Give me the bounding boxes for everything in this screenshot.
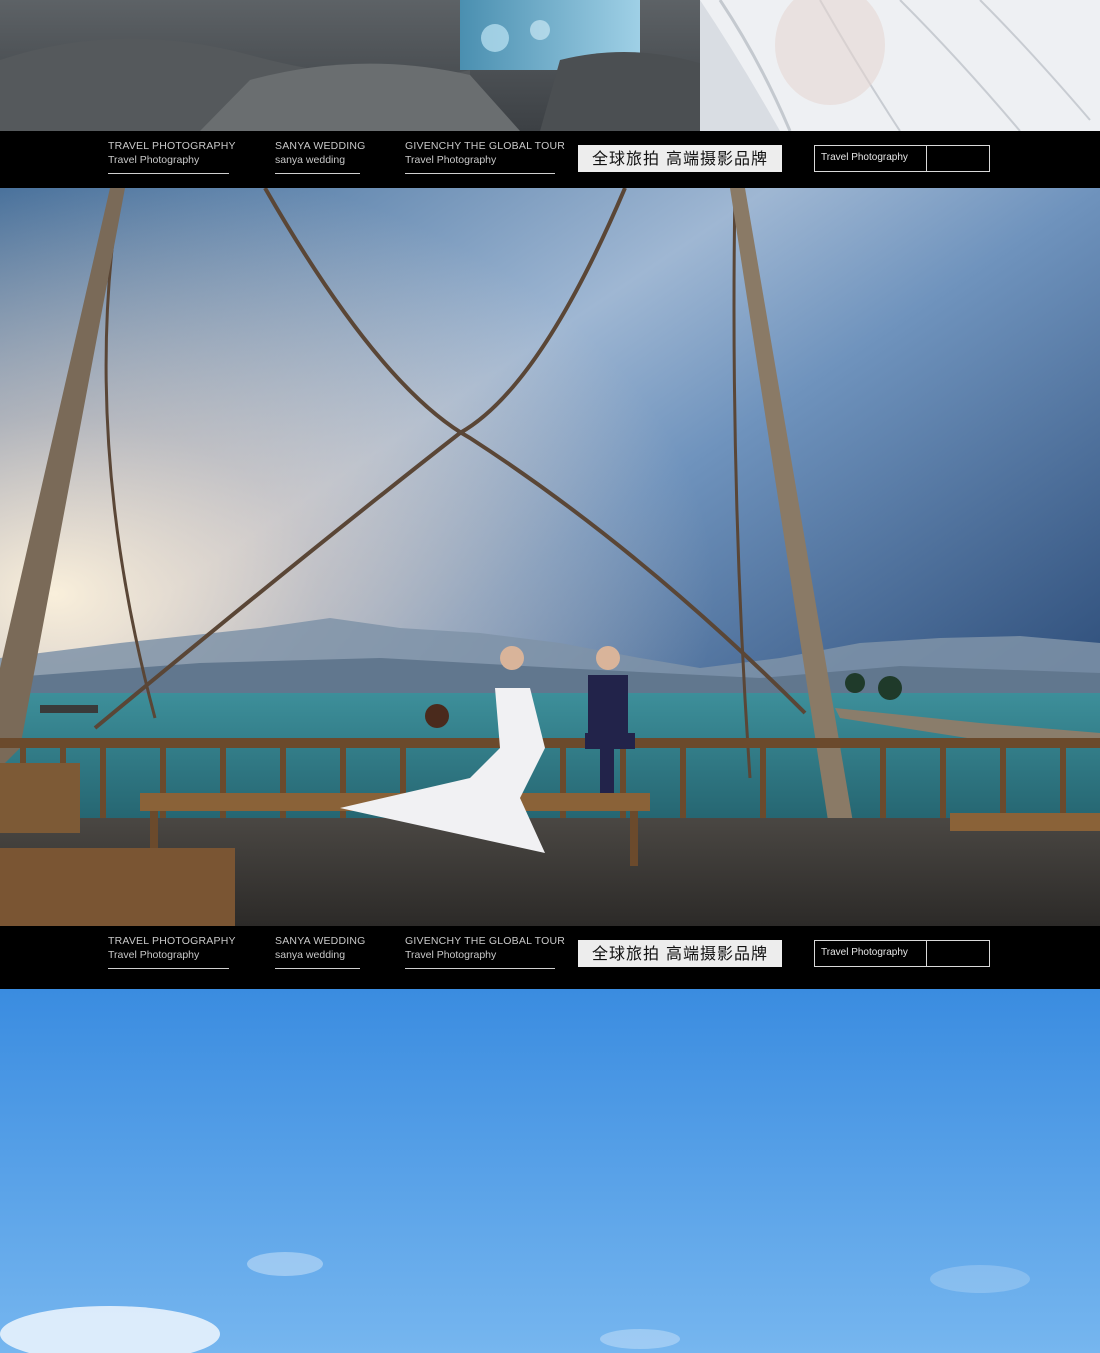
travel-photography-heading: TRAVEL PHOTOGRAPHY Travel Photography	[108, 934, 236, 969]
photo-rocks-dress	[0, 0, 1100, 131]
sanya-wedding-heading: SANYA WEDDING sanya wedding	[275, 934, 366, 969]
global-tour-heading: GIVENCHY THE GLOBAL TOUR Travel Photogra…	[405, 139, 565, 174]
button-label: Travel Photography	[821, 947, 908, 958]
photo-blue-sky	[0, 989, 1100, 1353]
button-label: Travel Photography	[821, 152, 908, 163]
travel-photography-button[interactable]: Travel Photography	[814, 940, 990, 967]
slogan-badge: 全球旅拍 高端摄影品牌	[578, 940, 782, 967]
underline-rule	[405, 968, 555, 969]
underline-rule	[275, 968, 360, 969]
button-divider	[926, 941, 927, 966]
caption-bar: TRAVEL PHOTOGRAPHY Travel Photography SA…	[0, 926, 1100, 989]
sanya-wedding-heading: SANYA WEDDING sanya wedding	[275, 139, 366, 174]
travel-photography-heading: TRAVEL PHOTOGRAPHY Travel Photography	[108, 139, 236, 174]
photo-couple-on-ship-deck	[0, 188, 1100, 926]
global-tour-heading: GIVENCHY THE GLOBAL TOUR Travel Photogra…	[405, 934, 565, 969]
button-divider	[926, 146, 927, 171]
travel-photography-button[interactable]: Travel Photography	[814, 145, 990, 172]
underline-rule	[275, 173, 360, 174]
caption-bar: TRAVEL PHOTOGRAPHY Travel Photography SA…	[0, 131, 1100, 188]
underline-rule	[405, 173, 555, 174]
underline-rule	[108, 968, 229, 969]
slogan-badge: 全球旅拍 高端摄影品牌	[578, 145, 782, 172]
underline-rule	[108, 173, 229, 174]
